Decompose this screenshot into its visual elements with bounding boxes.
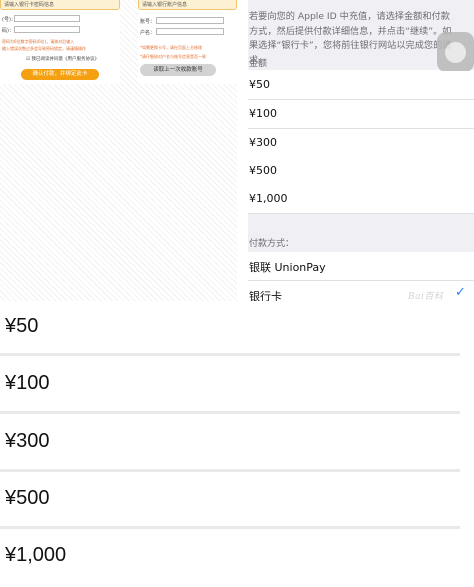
change-card-note: *如需更换卡号，请在页面上方修改 <box>140 45 202 50</box>
amount-row-100[interactable]: ¥100 <box>0 358 460 415</box>
confirm-pay-button[interactable]: 确认付款，并绑定此卡 <box>21 69 99 80</box>
amount-row-label: ¥50 <box>5 315 39 337</box>
assistive-touch-button[interactable] <box>437 32 474 72</box>
account-name-label: 户名： <box>140 30 156 36</box>
agree-text: 我已阅读并同意《用户服务协议》 <box>31 57 99 62</box>
amount-option-label: ¥300 <box>249 136 277 149</box>
row-divider <box>0 411 460 414</box>
agree-checkbox-label[interactable]: ☑ 我已阅读并同意《用户服务协议》 <box>26 56 99 62</box>
card-number-input[interactable] <box>14 15 80 22</box>
payment-option-label: 银联 UnionPay <box>249 261 326 274</box>
payment-option-unionpay[interactable]: 银联 UnionPay <box>248 252 474 281</box>
amount-row-500[interactable]: ¥500 <box>0 473 460 530</box>
account-label: 账号： <box>140 19 156 25</box>
amount-row-50[interactable]: ¥50 <box>0 301 460 358</box>
amount-row-1000[interactable]: ¥1,000 <box>0 530 460 587</box>
bank-account-form: 请输入银行账户信息 账号： 户名： *如需更换卡号，请在页面上方修改 *请仔细核… <box>138 0 237 84</box>
checkbox-icon[interactable]: ☑ <box>26 57 30 62</box>
amount-option-1000[interactable]: ¥1,000 <box>248 185 474 214</box>
card-password-header: 请输入银行卡密码信息 <box>0 0 120 10</box>
amount-list-zoomed: ¥50 ¥100 ¥300 ¥500 ¥1,000 <box>0 301 474 573</box>
row-divider <box>0 469 460 472</box>
recharge-intro-text: 若要向您的 Apple ID 中充值，请选择金额和付款方式，然后提供付款详细信息… <box>249 11 452 66</box>
recharge-panel: 若要向您的 Apple ID 中充值，请选择金额和付款方式，然后提供付款详细信息… <box>248 0 474 301</box>
row-divider <box>0 526 460 529</box>
card-password-form: 请输入银行卡密码信息 (号)： 码)： 密码为6位数字密码(6位)，请核对后输入… <box>0 0 120 84</box>
account-input[interactable] <box>156 17 224 24</box>
baidu-watermark: Bai百科 <box>408 292 444 301</box>
lock-warning-note: 输入错误次数过多会导致密码锁定，请谨慎操作 <box>2 46 86 51</box>
amount-row-label: ¥300 <box>5 430 50 452</box>
amount-option-label: ¥1,000 <box>249 192 288 205</box>
amount-section-label: 金额 <box>249 59 268 69</box>
payment-option-bank-card[interactable]: 银行卡 Bai百科 ✓ <box>248 281 474 301</box>
amount-row-label: ¥500 <box>5 487 50 509</box>
payment-method-label: 付款方式： <box>249 239 295 249</box>
amount-option-500[interactable]: ¥500 <box>248 157 474 186</box>
payment-option-label: 银行卡 <box>249 290 282 301</box>
card-password-input[interactable] <box>14 26 80 33</box>
account-name-input[interactable] <box>156 28 224 35</box>
bank-form-panel: 请输入银行卡密码信息 (号)： 码)： 密码为6位数字密码(6位)，请核对后输入… <box>0 0 237 301</box>
amount-row-300[interactable]: ¥300 <box>0 416 460 473</box>
checkmark-icon: ✓ <box>455 285 466 300</box>
amount-option-50[interactable]: ¥50 <box>248 71 474 100</box>
amount-row-label: ¥100 <box>5 372 50 394</box>
amount-option-label: ¥50 <box>249 78 270 91</box>
amount-option-label: ¥100 <box>249 107 277 120</box>
verify-name-note: *请仔细核对户名与账号信息是否一致 <box>140 54 206 59</box>
amount-option-300[interactable]: ¥300 <box>248 129 474 158</box>
password-note: 密码为6位数字密码(6位)，请核对后输入 <box>2 39 75 44</box>
bank-account-header: 请输入银行账户信息 <box>138 0 237 10</box>
amount-row-label: ¥1,000 <box>5 544 67 566</box>
read-last-account-button[interactable]: 读取上一次收款账号 <box>140 64 216 76</box>
amount-option-100[interactable]: ¥100 <box>248 100 474 129</box>
amount-option-label: ¥500 <box>249 164 277 177</box>
row-divider <box>0 353 460 356</box>
card-password-label: 码)： <box>2 28 14 34</box>
